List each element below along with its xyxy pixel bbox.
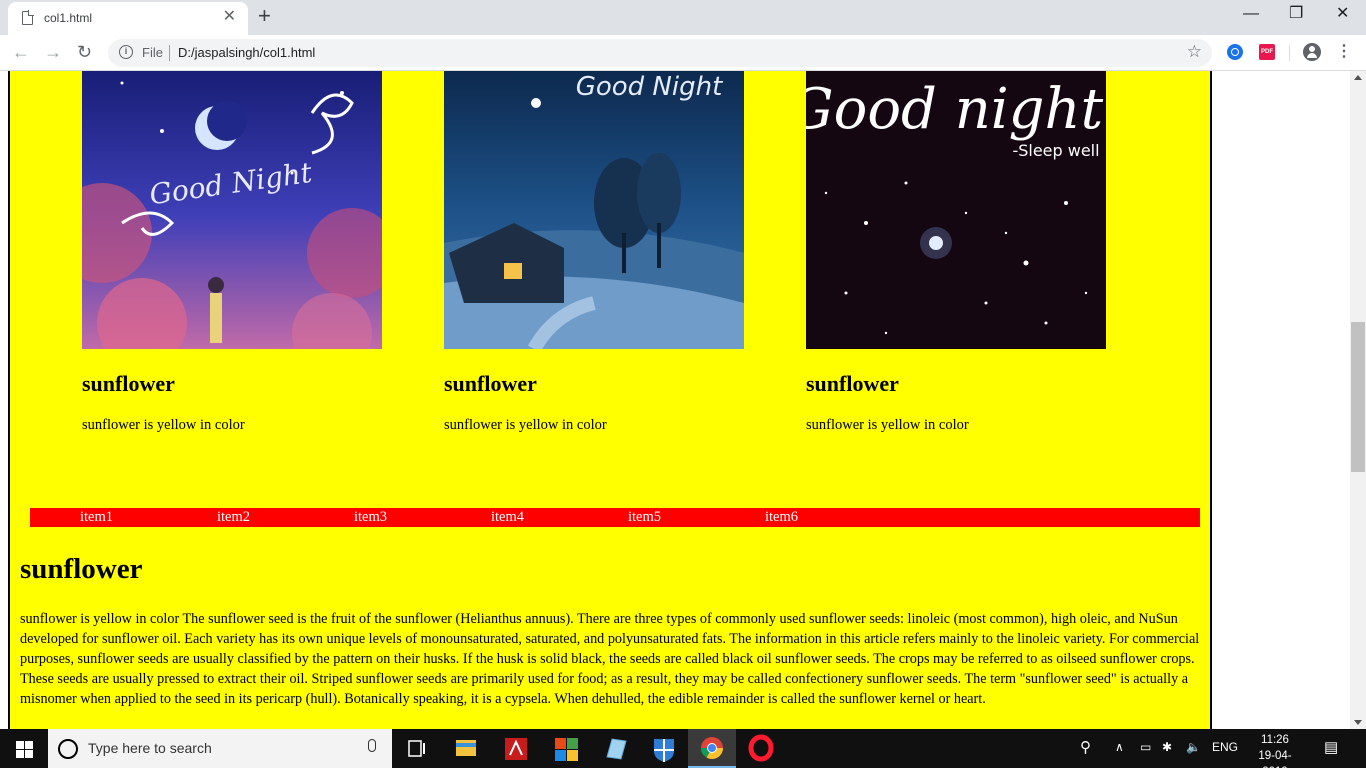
nav-item-3[interactable]: item3 <box>354 509 387 526</box>
stars-image-caption: Good night <box>806 77 1104 142</box>
system-clock[interactable]: 11:26 19-04-2019 <box>1246 732 1304 768</box>
tray-chevron-icon[interactable]: ∧ <box>1115 740 1124 754</box>
nav-item-4[interactable]: item4 <box>491 509 524 526</box>
office-icon[interactable] <box>542 729 590 768</box>
file-explorer-icon[interactable] <box>442 729 490 768</box>
clock-time: 11:26 <box>1261 734 1289 746</box>
page-viewport: Good Night sunflower sunflower is yellow… <box>0 71 1350 729</box>
bookmark-star-icon[interactable]: ☆ <box>1187 42 1202 62</box>
stars-image-subcaption: -Sleep well <box>1012 141 1099 160</box>
card-text: sunflower is yellow in color <box>82 417 245 433</box>
address-divider <box>169 45 170 61</box>
browser-tab-bar: col1.html ✕ + — ❐ ✕ <box>0 0 1366 35</box>
taskbar-search-box[interactable]: Type here to search <box>48 729 392 768</box>
profile-avatar-icon[interactable] <box>1303 43 1321 61</box>
notepad-icon[interactable] <box>592 729 640 768</box>
new-tab-button[interactable]: + <box>258 4 271 28</box>
nav-item-6[interactable]: item6 <box>765 509 798 526</box>
search-placeholder: Type here to search <box>88 740 212 756</box>
opera-icon[interactable] <box>737 729 785 768</box>
battery-icon[interactable]: ▭ <box>1140 740 1151 754</box>
search-extension-icon[interactable] <box>1227 44 1243 60</box>
people-icon[interactable]: ⚲ <box>1080 738 1091 756</box>
address-scheme: File <box>142 45 163 60</box>
card-title: sunflower <box>806 371 899 396</box>
card-title: sunflower <box>82 371 175 396</box>
tab-close-icon[interactable]: ✕ <box>223 8 236 26</box>
forward-button[interactable]: → <box>44 40 62 64</box>
network-icon[interactable]: ✱ <box>1162 740 1172 754</box>
scrollbar-thumb[interactable] <box>1351 322 1365 472</box>
cottage-image-caption: Good Night <box>576 72 723 102</box>
minimize-button[interactable]: — <box>1243 4 1259 24</box>
page-title: sunflower <box>20 553 143 585</box>
pdf-extension-icon[interactable]: PDF <box>1259 44 1275 60</box>
language-indicator[interactable]: ENG <box>1212 740 1238 754</box>
toolbar-divider <box>1289 45 1290 61</box>
card-text: sunflower is yellow in color <box>444 417 607 433</box>
card-text: sunflower is yellow in color <box>806 417 969 433</box>
cortana-icon <box>58 739 78 759</box>
acrobat-icon[interactable] <box>492 729 540 768</box>
windows-taskbar: Type here to search ⚲ ∧ ▭ ✱ 🔈 ENG 11:26 … <box>0 729 1366 768</box>
page-container: Good Night sunflower sunflower is yellow… <box>8 71 1212 729</box>
start-button[interactable] <box>0 729 48 768</box>
reload-button[interactable]: ↻ <box>77 40 92 64</box>
chrome-icon[interactable] <box>688 729 736 768</box>
card-title: sunflower <box>444 371 537 396</box>
microphone-icon[interactable] <box>368 739 376 752</box>
clock-date: 19-04-2019 <box>1258 750 1292 768</box>
volume-icon[interactable]: 🔈 <box>1186 740 1201 754</box>
document-icon <box>22 10 34 25</box>
scroll-up-icon[interactable] <box>1354 75 1362 80</box>
restore-button[interactable]: ❐ <box>1289 4 1303 24</box>
close-window-button[interactable]: ✕ <box>1336 4 1349 24</box>
page-body-text: sunflower is yellow in color The sunflow… <box>20 611 1200 707</box>
page-scrollbar[interactable] <box>1350 71 1366 729</box>
nav-item-5[interactable]: item5 <box>628 509 661 526</box>
nav-item-1[interactable]: item1 <box>80 509 113 526</box>
address-url[interactable]: D:/jaspalsingh/col1.html <box>178 45 315 60</box>
info-icon[interactable]: i <box>119 45 133 59</box>
tab-col1[interactable]: col1.html ✕ <box>8 2 248 35</box>
notification-icon[interactable]: ▤ <box>1324 738 1338 756</box>
tab-title: col1.html <box>44 11 93 25</box>
item-nav-bar: item1 item2 item3 item4 item5 item6 <box>30 508 1200 527</box>
back-button[interactable]: ← <box>12 40 30 64</box>
security-icon[interactable] <box>640 729 688 768</box>
browser-toolbar: ← → ↻ i File D:/jaspalsingh/col1.html ☆ … <box>0 35 1366 71</box>
nav-item-2[interactable]: item2 <box>217 509 250 526</box>
chrome-menu-icon[interactable]: ⋮ <box>1336 43 1352 61</box>
good-night-cottage-image: Good Night <box>444 71 744 349</box>
scroll-down-icon[interactable] <box>1354 720 1362 725</box>
task-view-icon[interactable] <box>392 729 440 768</box>
good-night-fantasy-image: Good Night <box>82 71 382 349</box>
good-night-stars-image: Good night -Sleep well <box>806 71 1106 349</box>
address-bar[interactable]: i File D:/jaspalsingh/col1.html ☆ <box>108 39 1212 67</box>
